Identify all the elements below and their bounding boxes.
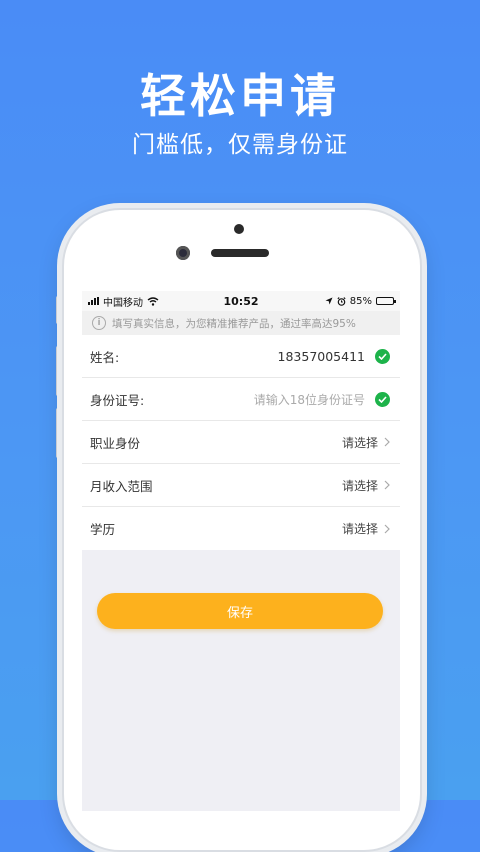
occupation-row[interactable]: 职业身份 请选择 [82,421,400,464]
check-icon [375,391,390,407]
income-select[interactable]: 请选择 [342,477,378,494]
battery-icon [376,297,396,305]
info-notice: i 填写真实信息，为您精准推荐产品，通过率高达95% [82,311,400,335]
education-select[interactable]: 请选择 [342,520,378,537]
income-label: 月收入范围 [90,478,153,494]
status-bar: 中国移动 10:52 85% [82,291,400,311]
income-row[interactable]: 月收入范围 请选择 [82,464,400,507]
check-icon [375,348,390,364]
save-button[interactable]: 保存 [97,593,383,629]
education-row[interactable]: 学历 请选择 [82,507,400,550]
earpiece-speaker [211,249,269,257]
chevron-right-icon [384,480,390,490]
front-camera-icon [176,246,190,260]
notice-text: 填写真实信息，为您精准推荐产品，通过率高达95% [112,317,356,330]
chevron-right-icon [384,437,390,447]
chevron-right-icon [384,524,390,533]
volume-up-button [56,346,61,396]
promo-subline: 门槛低，仅需身份证 [132,132,348,158]
info-icon: i [92,316,106,330]
id-number-row[interactable]: 身份证号: 请输入18位身份证号 [82,378,400,421]
application-form: 姓名: 18357005411 身份证号: 请输入18位身份证号 职业身份 请选… [82,335,400,550]
occupation-select[interactable]: 请选择 [342,434,378,451]
education-label: 学历 [90,522,116,537]
volume-down-button [56,408,61,458]
phone-screen: 中国移动 10:52 85% i 填写真实信息，为您精准推荐产品，通过率高达95… [82,291,400,811]
name-label: 姓名: [90,349,120,365]
mute-switch [56,296,61,324]
name-row[interactable]: 姓名: 18357005411 [82,335,400,378]
id-number-label: 身份证号: [90,392,145,408]
occupation-label: 职业身份 [90,435,141,451]
proximity-sensor [234,224,244,234]
promo-headline: 轻松申请 [140,69,340,123]
name-input[interactable]: 18357005411 [278,349,365,364]
status-time: 10:52 [223,294,259,308]
id-number-input[interactable]: 请输入18位身份证号 [254,391,365,408]
